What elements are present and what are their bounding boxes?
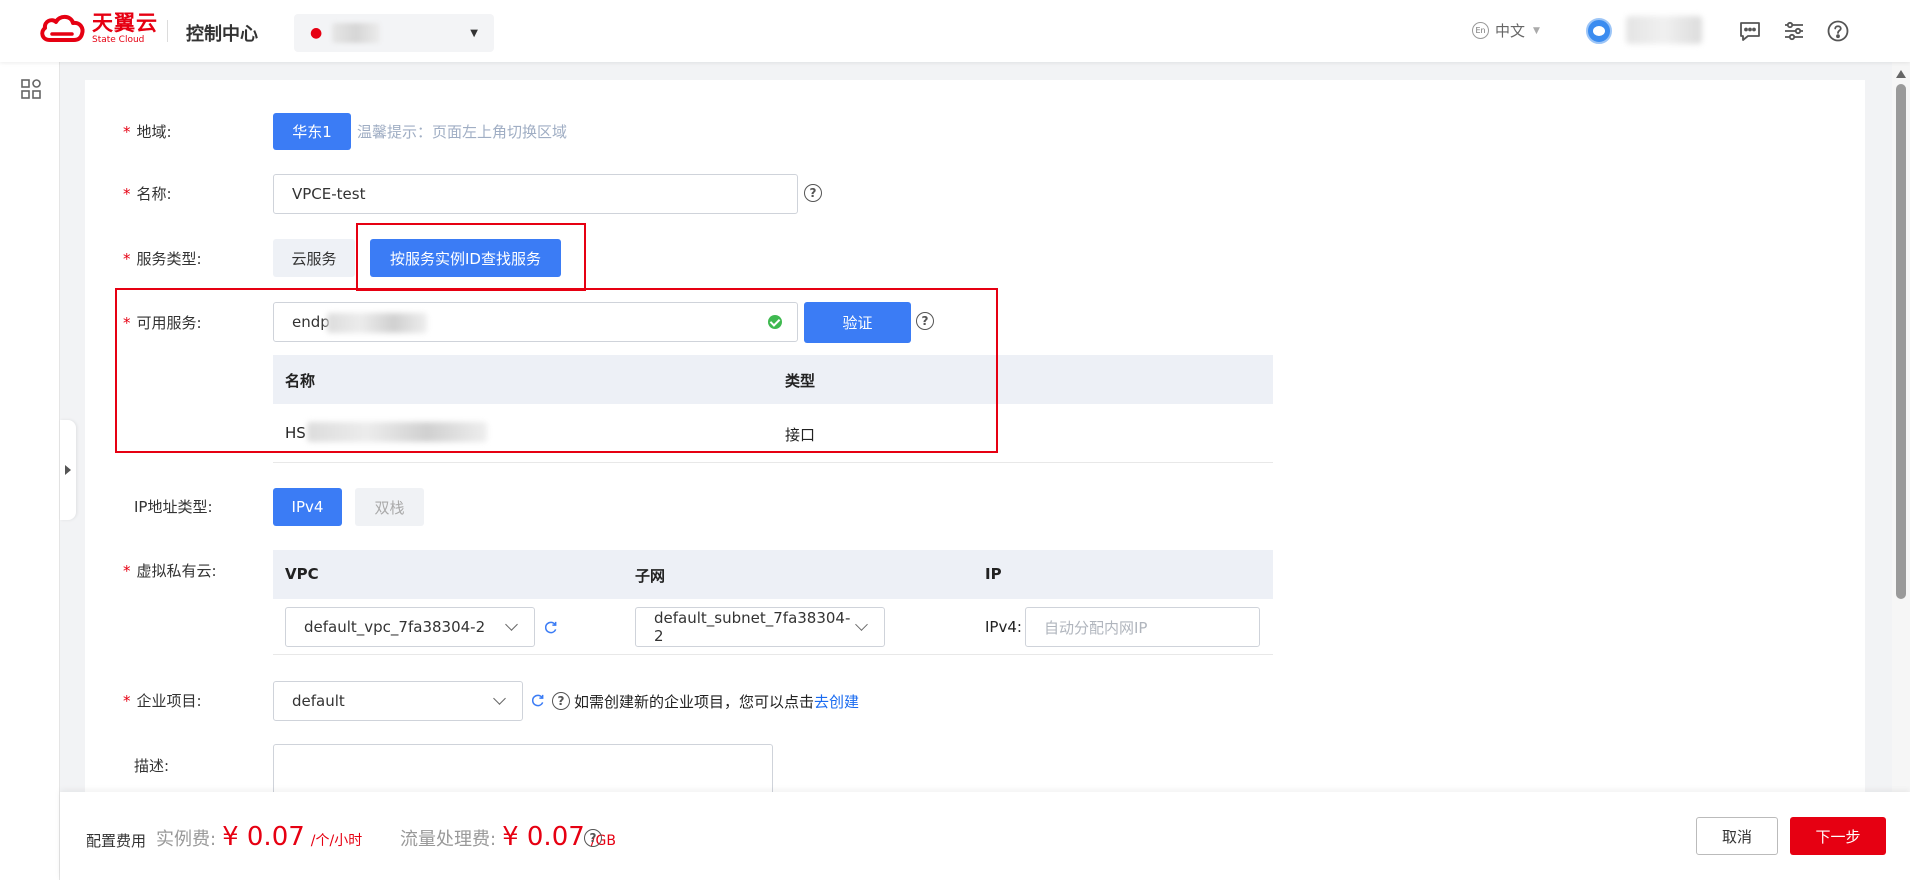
help-icon[interactable] xyxy=(1826,19,1850,43)
message-icon[interactable] xyxy=(1738,19,1762,43)
language-label: 中文 xyxy=(1495,22,1526,40)
chevron-down-icon xyxy=(855,618,868,631)
help-icon[interactable]: ? xyxy=(584,829,602,847)
vpc-table-header: VPC 子网 IP xyxy=(273,550,1273,599)
fee-label: 配置费用 xyxy=(86,832,147,850)
cloud-service-option[interactable]: 云服务 xyxy=(273,239,355,277)
enterprise-project-select[interactable]: default xyxy=(273,681,523,721)
divider xyxy=(167,20,168,42)
left-rail xyxy=(0,62,60,880)
vpc-label: * 虚拟私有云: xyxy=(123,562,217,580)
name-label: * 名称: xyxy=(123,185,172,203)
chevron-down-icon xyxy=(493,692,506,705)
caret-down-icon: ▼ xyxy=(1533,25,1540,36)
column-header-vpc: VPC xyxy=(285,565,319,583)
ipv4-prefix-label: IPv4: xyxy=(985,618,1022,636)
table-divider xyxy=(273,654,1273,655)
ip-input[interactable]: 自动分配内网IP xyxy=(1025,607,1260,647)
chevron-down-icon xyxy=(505,618,518,631)
help-icon[interactable]: ? xyxy=(804,184,822,202)
help-icon[interactable]: ? xyxy=(552,692,570,710)
sidebar-collapse-toggle[interactable] xyxy=(60,420,76,520)
footer-bar: 配置费用 实例费: ¥ 0.07 /个/小时 流量处理费: ¥ 0.07 /GB… xyxy=(60,792,1910,880)
avatar[interactable] xyxy=(1586,18,1612,44)
highlight-box xyxy=(115,288,998,453)
instance-fee: 实例费: ¥ 0.07 /个/小时 xyxy=(156,822,362,852)
caret-down-icon: ▼ xyxy=(470,27,478,39)
scroll-up-arrow-icon[interactable] xyxy=(1896,70,1906,78)
logo[interactable]: 天翼云 State Cloud xyxy=(38,12,158,46)
logo-cn-text: 天翼云 xyxy=(92,11,158,35)
location-pin-icon: ● xyxy=(310,25,323,41)
top-bar: 天翼云 State Cloud 控制中心 ● ▼ En 中文 ▼ xyxy=(0,0,1910,62)
scrollbar[interactable] xyxy=(1892,62,1910,792)
traffic-fee-label: 流量处理费: xyxy=(400,829,497,850)
username-redacted[interactable] xyxy=(1626,16,1702,44)
apps-grid-icon[interactable] xyxy=(20,78,42,100)
form-panel: * 地域: 华东1 温馨提示：页面左上角切换区域 * 名称: VPCE-test ?… xyxy=(85,80,1865,804)
ip-type-label: IP地址类型: xyxy=(134,498,213,516)
cancel-button[interactable]: 取消 xyxy=(1696,817,1778,855)
logo-en-text: State Cloud xyxy=(92,35,145,45)
enterprise-project-hint: 如需创建新的企业项目，您可以点击去创建 xyxy=(574,693,860,711)
next-step-button[interactable]: 下一步 xyxy=(1790,817,1886,855)
scrollbar-thumb[interactable] xyxy=(1896,84,1906,599)
service-type-label: * 服务类型: xyxy=(123,250,202,268)
language-switcher[interactable]: En 中文 ▼ xyxy=(1472,20,1540,41)
instance-fee-unit: /个/小时 xyxy=(310,833,363,849)
dual-stack-option[interactable]: 双栈 xyxy=(355,488,424,526)
description-label: 描述: xyxy=(134,757,170,775)
cloud-logo-icon xyxy=(40,14,85,42)
refresh-icon[interactable] xyxy=(543,620,558,635)
region-switcher[interactable]: ● ▼ xyxy=(294,14,494,52)
vpc-select[interactable]: default_vpc_7fa38304-2 xyxy=(285,607,535,647)
name-input[interactable]: VPCE-test xyxy=(273,174,798,214)
region-button[interactable]: 华东1 xyxy=(273,113,351,150)
region-name-redacted xyxy=(332,23,381,43)
instance-fee-value: ¥ 0.07 xyxy=(222,822,305,852)
column-header-subnet: 子网 xyxy=(635,567,666,585)
create-project-link[interactable]: 去创建 xyxy=(814,693,859,711)
column-header-ip: IP xyxy=(985,565,1002,583)
enterprise-project-label: * 企业项目: xyxy=(123,692,202,710)
language-icon: En xyxy=(1472,22,1489,39)
instance-fee-label: 实例费: xyxy=(156,829,217,850)
subnet-select[interactable]: default_subnet_7fa38304-2 xyxy=(635,607,885,647)
settings-sliders-icon[interactable] xyxy=(1782,19,1806,43)
traffic-fee-value: ¥ 0.07 xyxy=(502,822,585,852)
console-title[interactable]: 控制中心 xyxy=(186,20,258,46)
refresh-icon[interactable] xyxy=(530,693,545,708)
ipv4-option[interactable]: IPv4 xyxy=(273,488,342,526)
table-divider xyxy=(273,462,1273,463)
region-label: * 地域: xyxy=(123,123,172,141)
region-hint: 温馨提示：页面左上角切换区域 xyxy=(357,123,568,141)
highlight-box xyxy=(356,223,586,291)
